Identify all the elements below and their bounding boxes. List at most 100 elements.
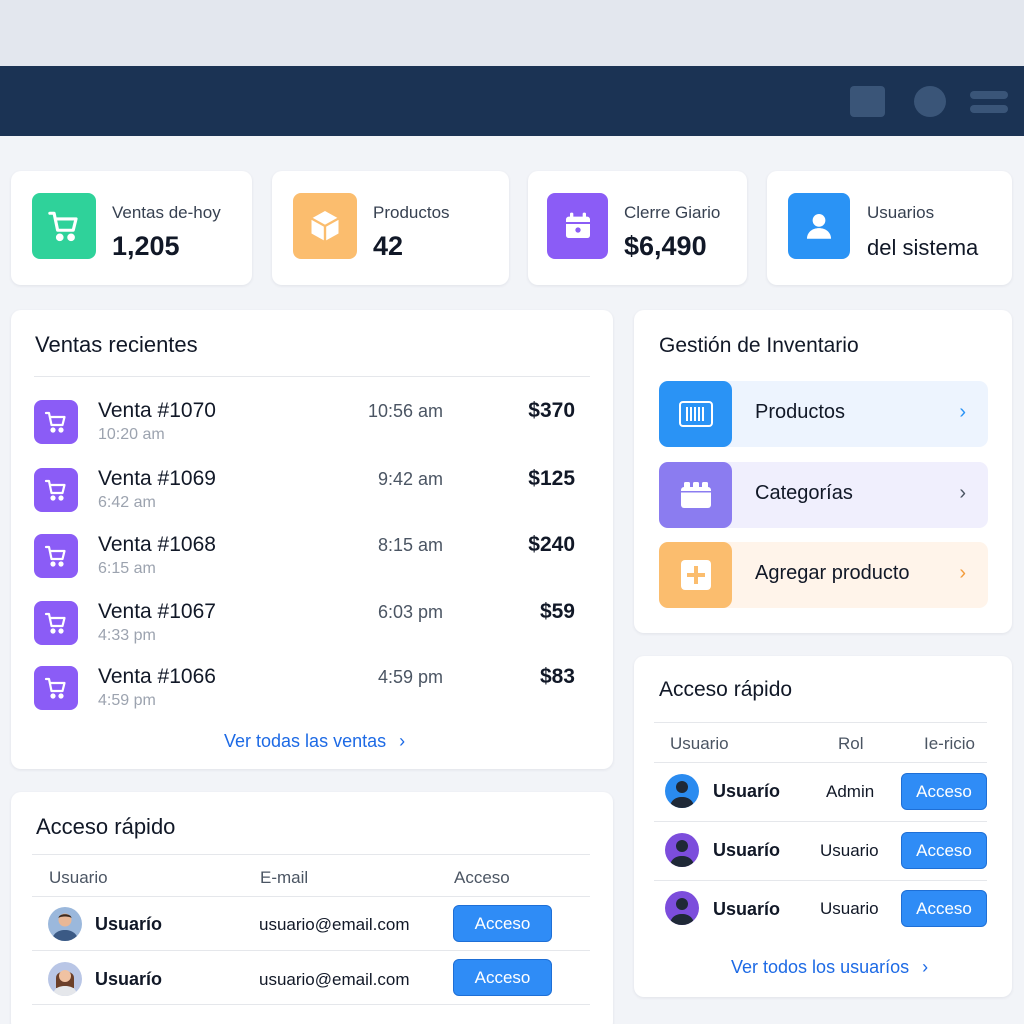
shopping-cart-icon xyxy=(34,400,78,444)
box-icon xyxy=(293,193,357,259)
user-email: usuario@email.com xyxy=(259,970,410,989)
user-name: Usuarío xyxy=(713,781,781,801)
divider xyxy=(32,1004,590,1005)
user-role: Usuario xyxy=(820,899,879,918)
nav-profile-button[interactable] xyxy=(914,86,946,117)
access-button[interactable]: Acceso xyxy=(901,773,987,810)
view-all-users-label: Ver todos los usuaríos xyxy=(731,957,910,977)
chevron-right-icon: › xyxy=(959,401,966,423)
avatar xyxy=(665,774,699,808)
view-all-sales-link[interactable]: Ver todas las ventas › xyxy=(224,731,405,752)
inventory-item-add-product[interactable]: Agregar producto › xyxy=(659,542,988,608)
sale-name: Venta #1069 xyxy=(98,467,216,490)
inventory-item-label: Categorías xyxy=(755,482,853,504)
sale-time: 6:03 pm xyxy=(377,602,443,622)
shopping-cart-icon xyxy=(34,666,78,710)
access-button[interactable]: Acceso xyxy=(453,905,552,942)
sale-amount: $370 xyxy=(528,399,575,422)
view-all-sales-label: Ver todas las ventas xyxy=(224,731,387,751)
access-button[interactable]: Acceso xyxy=(453,959,552,996)
quick-access-right-card: Acceso rápido Usuario Rol Ie-ricio Usuar… xyxy=(634,656,1012,997)
stat-value: del sistema xyxy=(867,235,979,260)
stat-value: 1,205 xyxy=(112,231,180,261)
column-header-email: E-mail xyxy=(260,868,309,887)
browser-top-strip xyxy=(0,0,1024,66)
column-header-user: Usuario xyxy=(49,868,108,887)
plus-icon xyxy=(659,542,732,608)
stat-card-system-users: Usuarios del sistema xyxy=(767,171,1012,285)
column-header-role: Rol xyxy=(838,734,864,753)
sale-subtime: 10:20 am xyxy=(98,426,165,443)
divider xyxy=(654,821,987,822)
sale-name: Venta #1067 xyxy=(98,600,216,623)
sale-row[interactable]: Venta #1066 4:59 pm 4:59 pm $83 xyxy=(11,662,611,722)
sale-subtime: 4:59 pm xyxy=(98,692,156,709)
user-name: Usuarío xyxy=(95,969,163,989)
avatar xyxy=(48,907,82,941)
column-header-user: Usuario xyxy=(670,734,729,753)
shopping-cart-icon xyxy=(34,534,78,578)
user-role: Admin xyxy=(826,782,875,801)
user-icon xyxy=(788,193,850,259)
chevron-right-icon: › xyxy=(959,482,966,504)
inventory-item-label: Productos xyxy=(755,401,846,423)
stat-label: Productos xyxy=(373,203,450,222)
recent-sales-title: Ventas recientes xyxy=(35,332,198,357)
sale-amount: $240 xyxy=(528,533,575,556)
stat-value: 42 xyxy=(373,231,404,261)
column-header-access: Ie-ricio xyxy=(924,734,976,753)
column-header-access: Acceso xyxy=(454,868,510,887)
recent-sales-card: Ventas recientes Venta #1070 10:20 am 10… xyxy=(11,310,613,769)
avatar xyxy=(665,891,699,925)
view-all-users-link[interactable]: Ver todos los usuaríos › xyxy=(731,957,928,978)
avatar xyxy=(665,833,699,867)
sale-subtime: 6:15 am xyxy=(98,560,156,577)
quick-access-title: Acceso rápido xyxy=(659,678,793,701)
divider xyxy=(654,762,987,763)
divider xyxy=(32,896,590,897)
sale-name: Venta #1066 xyxy=(98,665,216,688)
user-name: Usuarío xyxy=(713,899,781,919)
sale-name: Venta #1068 xyxy=(98,533,216,556)
sale-row[interactable]: Venta #1068 6:15 am 8:15 am $240 xyxy=(11,530,611,590)
sale-time: 9:42 am xyxy=(377,469,443,489)
quick-access-title: Acceso rápido xyxy=(36,814,176,839)
inventory-item-categories[interactable]: Categorías › xyxy=(659,462,988,528)
divider xyxy=(34,376,590,377)
inventory-title: Gestión de Inventario xyxy=(659,334,859,357)
sale-row[interactable]: Venta #1070 10:20 am 10:56 am $370 xyxy=(11,396,611,456)
access-button[interactable]: Acceso xyxy=(901,832,987,869)
sale-amount: $83 xyxy=(539,665,575,688)
avatar xyxy=(48,962,82,996)
user-name: Usuarío xyxy=(95,914,163,934)
user-role: Usuario xyxy=(820,841,879,860)
folder-icon xyxy=(659,462,732,528)
sale-amount: $125 xyxy=(528,467,575,490)
stat-label: Usuarios xyxy=(867,203,935,222)
sale-subtime: 4:33 pm xyxy=(98,627,156,644)
sale-row[interactable]: Venta #1069 6:42 am 9:42 am $125 xyxy=(11,464,611,524)
divider xyxy=(654,880,987,881)
sale-name: Venta #1070 xyxy=(98,399,216,422)
stat-label: Ventas de-hoy xyxy=(112,203,221,222)
quick-access-left-card: Acceso rápido Usuario E-mail Acceso Usua… xyxy=(11,792,613,1024)
barcode-icon xyxy=(659,381,732,447)
sale-time: 10:56 am xyxy=(367,401,443,421)
sale-row[interactable]: Venta #1067 4:33 pm 6:03 pm $59 xyxy=(11,597,611,657)
hamburger-menu-icon[interactable] xyxy=(970,91,1008,115)
chevron-right-icon: › xyxy=(922,957,929,977)
access-button[interactable]: Acceso xyxy=(901,890,987,927)
inventory-item-label: Agregar producto xyxy=(755,562,910,584)
sale-time: 4:59 pm xyxy=(377,667,443,687)
chevron-right-icon: › xyxy=(959,562,966,584)
shopping-cart-icon xyxy=(32,193,96,259)
stat-card-sales-today: Ventas de-hoy 1,205 xyxy=(11,171,252,285)
inventory-item-products[interactable]: Productos › xyxy=(659,381,988,447)
sale-amount: $59 xyxy=(539,600,575,623)
divider xyxy=(654,722,987,723)
user-email: usuario@email.com xyxy=(259,915,410,934)
nav-square-button[interactable] xyxy=(850,86,885,117)
shopping-cart-icon xyxy=(34,468,78,512)
divider xyxy=(32,950,590,951)
stat-label: Clerre Giario xyxy=(624,203,721,222)
